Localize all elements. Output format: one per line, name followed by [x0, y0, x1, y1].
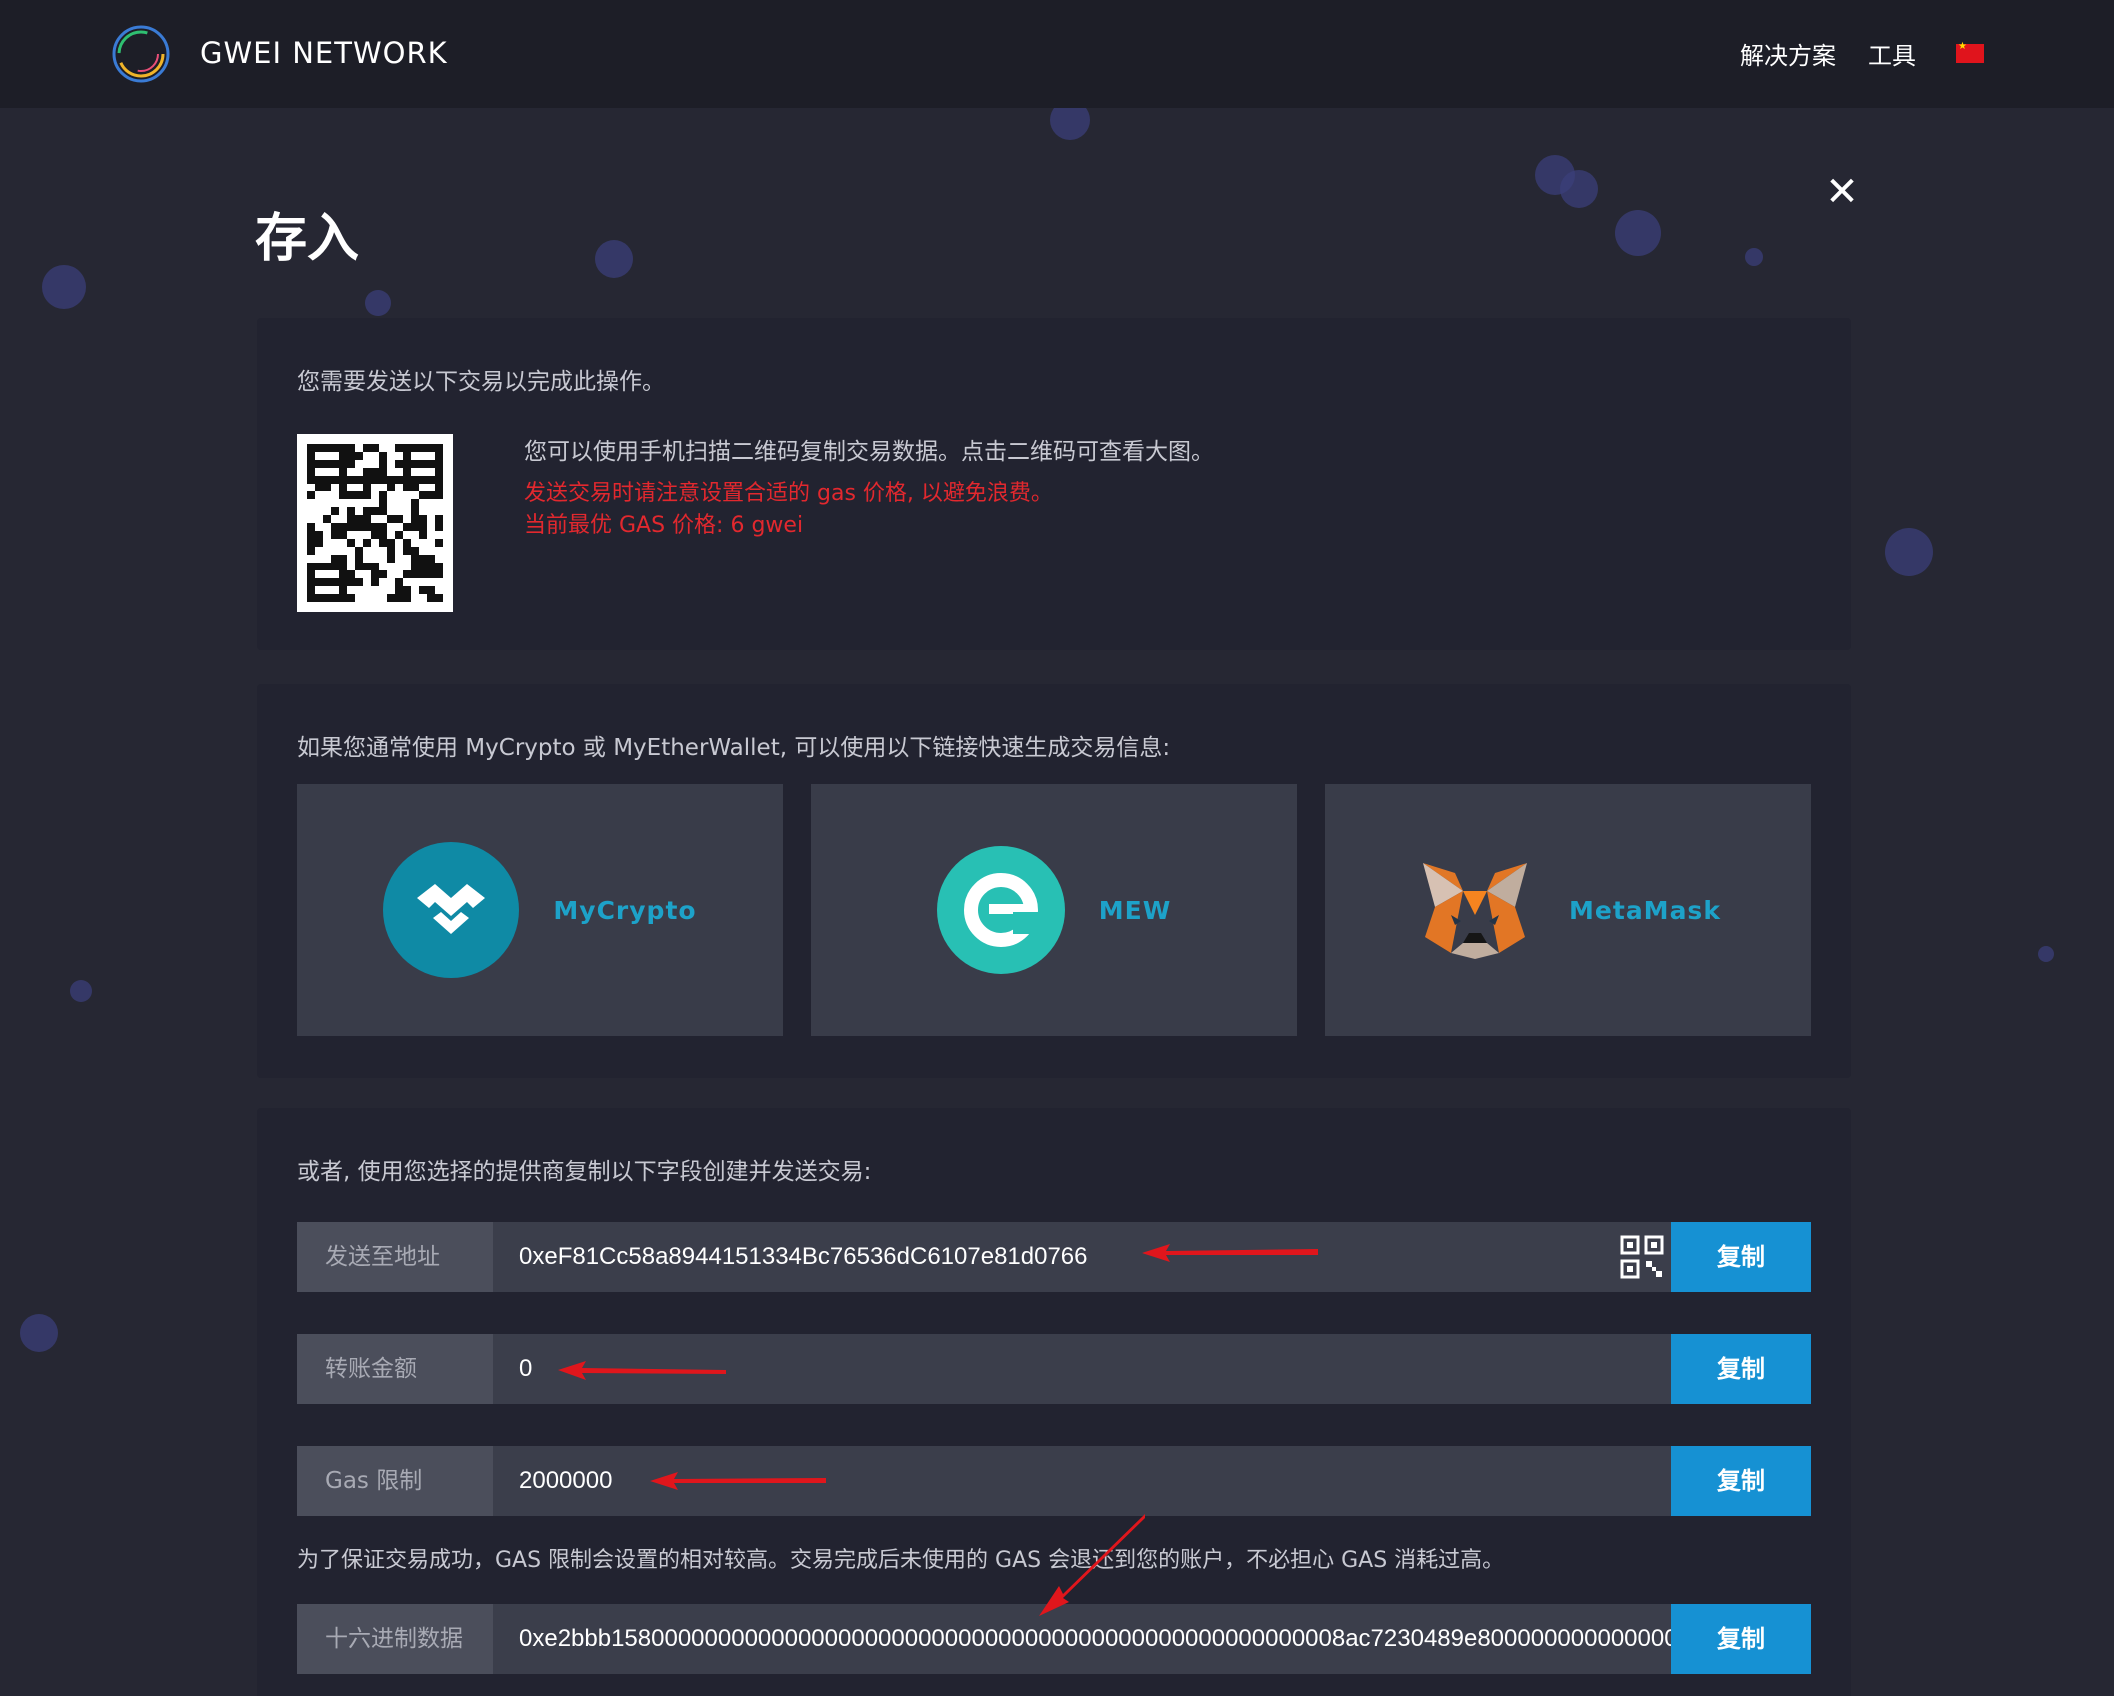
bg-bubble — [42, 265, 86, 309]
copy-button[interactable]: 复制 — [1671, 1334, 1811, 1404]
qr-hint: 您可以使用手机扫描二维码复制交易数据。点击二维码可查看大图。 — [524, 439, 1214, 465]
copy-button[interactable]: 复制 — [1671, 1446, 1811, 1516]
annotation-arrow — [1142, 1244, 1318, 1262]
qr-code[interactable] — [297, 434, 453, 612]
gas-note: 为了保证交易成功，GAS 限制会设置的相对较高。交易完成后未使用的 GAS 会退… — [297, 1548, 1505, 1573]
close-icon[interactable]: ✕ — [1820, 170, 1864, 214]
modal-title: 存入 — [255, 209, 360, 269]
bg-bubble — [70, 980, 92, 1002]
field-label: 转账金额 — [297, 1334, 493, 1404]
bg-bubble — [1745, 248, 1763, 266]
bg-bubble — [1615, 210, 1661, 256]
bg-bubble — [1560, 170, 1598, 208]
brand-name[interactable]: GWEI NETWORK — [200, 36, 448, 70]
bg-bubble — [2038, 946, 2054, 962]
annotation-arrow — [1039, 1514, 1145, 1616]
annotation-arrow — [650, 1472, 826, 1490]
field-row-amount: 转账金额 0 复制 — [297, 1334, 1811, 1404]
wallet-cards: MyCrypto MEW MetaMask — [297, 784, 1811, 1036]
metamask-fox-icon — [1423, 863, 1528, 959]
gas-warning: 发送交易时请注意设置合适的 gas 价格, 以避免浪费。 — [524, 481, 1053, 506]
qr-panel: 您需要发送以下交易以完成此操作。 您可以使用手机扫描二维码复制交易数据。点击二维… — [257, 318, 1851, 650]
wallet-label-metamask: MetaMask — [1569, 895, 1721, 925]
field-row-to-address: 发送至地址 0xeF81Cc58a8944151334Bc76536dC6107… — [297, 1222, 1811, 1292]
bg-bubble — [20, 1314, 58, 1352]
gwei-logo-icon[interactable] — [110, 23, 172, 85]
copy-button[interactable]: 复制 — [1671, 1222, 1811, 1292]
wallet-label-mew: MEW — [1098, 895, 1172, 925]
mew-icon — [936, 846, 1065, 974]
mycrypto-icon — [383, 842, 520, 978]
top-navbar: GWEI NETWORK 解决方案 工具 — [0, 0, 2114, 108]
annotation-arrow — [558, 1361, 726, 1380]
to-address-field[interactable]: 0xeF81Cc58a8944151334Bc76536dC6107e81d07… — [493, 1222, 1613, 1292]
manual-intro: 或者, 使用您选择的提供商复制以下字段创建并发送交易: — [297, 1159, 872, 1185]
copy-button[interactable]: 复制 — [1671, 1604, 1811, 1674]
nav-solutions[interactable]: 解决方案 — [1740, 36, 1836, 71]
panel-intro: 您需要发送以下交易以完成此操作。 — [297, 369, 665, 395]
main-nav: 解决方案 工具 — [1740, 36, 1984, 71]
field-label: 十六进制数据 — [297, 1604, 493, 1674]
wallet-card-mew[interactable]: MEW — [811, 784, 1297, 1036]
qr-info: 您可以使用手机扫描二维码复制交易数据。点击二维码可查看大图。 发送交易时请注意设… — [524, 432, 1214, 542]
wallet-label-mycrypto: MyCrypto — [553, 895, 697, 925]
wallet-card-metamask[interactable]: MetaMask — [1325, 784, 1811, 1036]
wallet-card-mycrypto[interactable]: MyCrypto — [297, 784, 783, 1036]
bg-bubble — [1885, 528, 1933, 576]
field-row-gas-limit: Gas 限制 2000000 复制 — [297, 1446, 1811, 1516]
field-label: 发送至地址 — [297, 1222, 493, 1292]
gas-price: 当前最优 GAS 价格: 6 gwei — [524, 513, 804, 538]
bg-bubble — [365, 290, 391, 316]
qr-code-pattern — [307, 444, 443, 602]
qr-code-icon[interactable] — [1613, 1222, 1671, 1292]
nav-tools[interactable]: 工具 — [1868, 36, 1916, 71]
bg-bubble — [595, 240, 633, 278]
wallets-panel: 如果您通常使用 MyCrypto 或 MyEtherWallet, 可以使用以下… — [257, 684, 1851, 1078]
wallets-intro: 如果您通常使用 MyCrypto 或 MyEtherWallet, 可以使用以下… — [297, 735, 1171, 761]
cn-flag-icon[interactable] — [1956, 41, 1984, 63]
field-label: Gas 限制 — [297, 1446, 493, 1516]
